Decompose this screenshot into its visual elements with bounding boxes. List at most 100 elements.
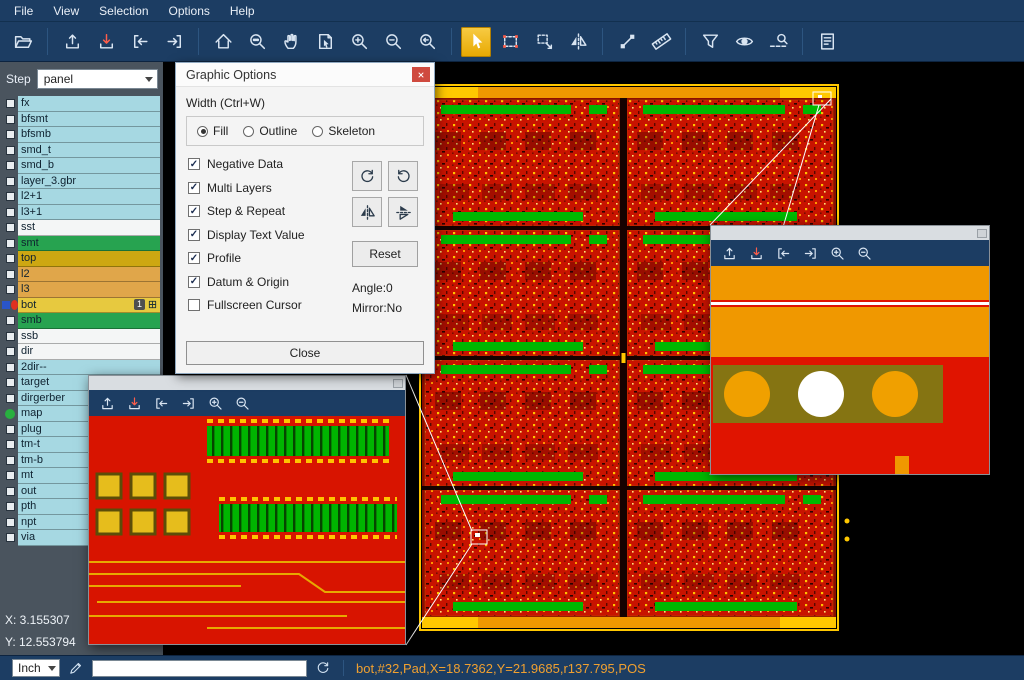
menu-help[interactable]: Help [220, 2, 265, 20]
layer-visibility-checkbox[interactable] [6, 518, 15, 527]
arrow-left-box-icon[interactable] [771, 242, 795, 264]
window-button-icon[interactable] [393, 379, 403, 388]
dialog-titlebar[interactable]: Graphic Options [176, 63, 434, 87]
layer-visibility-checkbox[interactable] [6, 378, 15, 387]
arrow-left-box-icon[interactable] [149, 392, 173, 414]
menu-file[interactable]: File [4, 2, 43, 20]
menu-selection[interactable]: Selection [89, 2, 158, 20]
layer-visibility-checkbox[interactable] [6, 533, 15, 542]
flip-vertical-icon[interactable] [388, 197, 418, 227]
layer-row-2dir--[interactable]: 2dir-- [2, 360, 160, 376]
layer-visibility-checkbox[interactable] [6, 99, 15, 108]
layer-visibility-checkbox[interactable] [6, 146, 15, 155]
rotate-cw-icon[interactable] [352, 161, 382, 191]
page-select-icon[interactable] [310, 27, 340, 57]
report-icon[interactable] [812, 27, 842, 57]
arrow-down-box-icon[interactable] [744, 242, 768, 264]
filter-icon[interactable] [695, 27, 725, 57]
layer-visibility-checkbox[interactable] [6, 223, 15, 232]
layer-visibility-checkbox[interactable] [6, 285, 15, 294]
zoom-out-icon[interactable] [852, 242, 876, 264]
layer-row-l3[interactable]: l3 [2, 282, 160, 298]
layer-visibility-checkbox[interactable] [6, 332, 15, 341]
layer-visibility-checkbox[interactable] [6, 270, 15, 279]
layer-visibility-checkbox[interactable] [6, 130, 15, 139]
checkbox-profile[interactable]: ✓Profile [188, 251, 305, 265]
arrow-down-box-icon[interactable] [122, 392, 146, 414]
refresh-icon[interactable] [315, 660, 331, 676]
pan-hand-icon[interactable] [276, 27, 306, 57]
checkbox-datum-origin[interactable]: ✓Datum & Origin [188, 275, 305, 289]
layer-visibility-checkbox[interactable] [6, 115, 15, 124]
layer-visibility-checkbox[interactable] [6, 456, 15, 465]
checkbox-box[interactable]: ✓ [188, 252, 200, 264]
window-button-icon[interactable] [977, 229, 987, 238]
layer-visibility-checkbox[interactable] [6, 239, 15, 248]
zoom-window-titlebar[interactable] [711, 226, 989, 240]
layer-row-ssb[interactable]: ssb [2, 329, 160, 345]
layer-row-sst[interactable]: sst [2, 220, 160, 236]
step-select[interactable]: panel [37, 69, 158, 89]
close-button[interactable]: Close [186, 341, 424, 365]
radio-outline[interactable]: Outline [243, 124, 297, 138]
layer-row-dir[interactable]: dir [2, 344, 160, 360]
zoom-in-icon[interactable] [344, 27, 374, 57]
layer-visibility-checkbox[interactable] [6, 347, 15, 356]
checkbox-step-repeat[interactable]: ✓Step & Repeat [188, 204, 305, 218]
layer-row-l3+1[interactable]: l3+1 [2, 205, 160, 221]
checkbox-box[interactable]: ✓ [188, 182, 200, 194]
layer-row-bot[interactable]: bot1 [2, 298, 160, 314]
open-folder-icon[interactable] [8, 27, 38, 57]
layer-row-bfsmb[interactable]: bfsmb [2, 127, 160, 143]
checkbox-negative-data[interactable]: ✓Negative Data [188, 157, 305, 171]
zoom-window-content[interactable] [711, 266, 989, 474]
layer-row-smb[interactable]: smb [2, 313, 160, 329]
layer-row-smt[interactable]: smt [2, 236, 160, 252]
net-search-icon[interactable] [763, 27, 793, 57]
arrow-up-box-icon[interactable] [95, 392, 119, 414]
layer-visibility-checkbox[interactable] [6, 208, 15, 217]
zoom-previous-icon[interactable] [412, 27, 442, 57]
pencil-icon[interactable] [68, 660, 84, 676]
checkbox-box[interactable]: ✓ [188, 276, 200, 288]
checkbox-box[interactable] [188, 299, 200, 311]
rect-select-icon[interactable] [495, 27, 525, 57]
layer-visibility-checkbox[interactable] [6, 177, 15, 186]
layer-row-l2+1[interactable]: l2+1 [2, 189, 160, 205]
radio-fill[interactable]: Fill [197, 124, 228, 138]
rotate-ccw-icon[interactable] [388, 161, 418, 191]
eye-icon[interactable] [729, 27, 759, 57]
layer-row-fx[interactable]: fx [2, 96, 160, 112]
reset-button[interactable]: Reset [352, 241, 418, 267]
zoom-out-icon[interactable] [230, 392, 254, 414]
checkbox-box[interactable]: ✓ [188, 229, 200, 241]
radio-circle[interactable] [312, 126, 323, 137]
radio-circle[interactable] [243, 126, 254, 137]
mirror-select-icon[interactable] [563, 27, 593, 57]
layer-visibility-checkbox[interactable] [6, 502, 15, 511]
zoom-region-icon[interactable] [242, 27, 272, 57]
move-select-icon[interactable] [529, 27, 559, 57]
home-icon[interactable] [208, 27, 238, 57]
radio-circle[interactable] [197, 126, 208, 137]
checkbox-fullscreen-cursor[interactable]: Fullscreen Cursor [188, 298, 305, 312]
layer-row-top[interactable]: top [2, 251, 160, 267]
radio-skeleton[interactable]: Skeleton [312, 124, 375, 138]
close-icon[interactable] [412, 67, 430, 82]
zoom-out-icon[interactable] [378, 27, 408, 57]
unit-select[interactable]: Inch [12, 659, 60, 677]
layer-visibility-checkbox[interactable] [6, 471, 15, 480]
zoom-window-left[interactable] [88, 375, 406, 645]
ruler-icon[interactable] [646, 27, 676, 57]
select-arrow-icon[interactable] [461, 27, 491, 57]
layer-visibility-checkbox[interactable] [6, 394, 15, 403]
arrow-right-box-icon[interactable] [159, 27, 189, 57]
layer-visibility-checkbox[interactable] [6, 440, 15, 449]
zoom-window-content[interactable] [89, 416, 405, 644]
arrow-up-box-icon[interactable] [57, 27, 87, 57]
arrow-up-box-icon[interactable] [717, 242, 741, 264]
zoom-window-right[interactable] [710, 225, 990, 475]
layer-row-smd_t[interactable]: smd_t [2, 143, 160, 159]
checkbox-display-text-value[interactable]: ✓Display Text Value [188, 228, 305, 242]
checkbox-box[interactable]: ✓ [188, 205, 200, 217]
